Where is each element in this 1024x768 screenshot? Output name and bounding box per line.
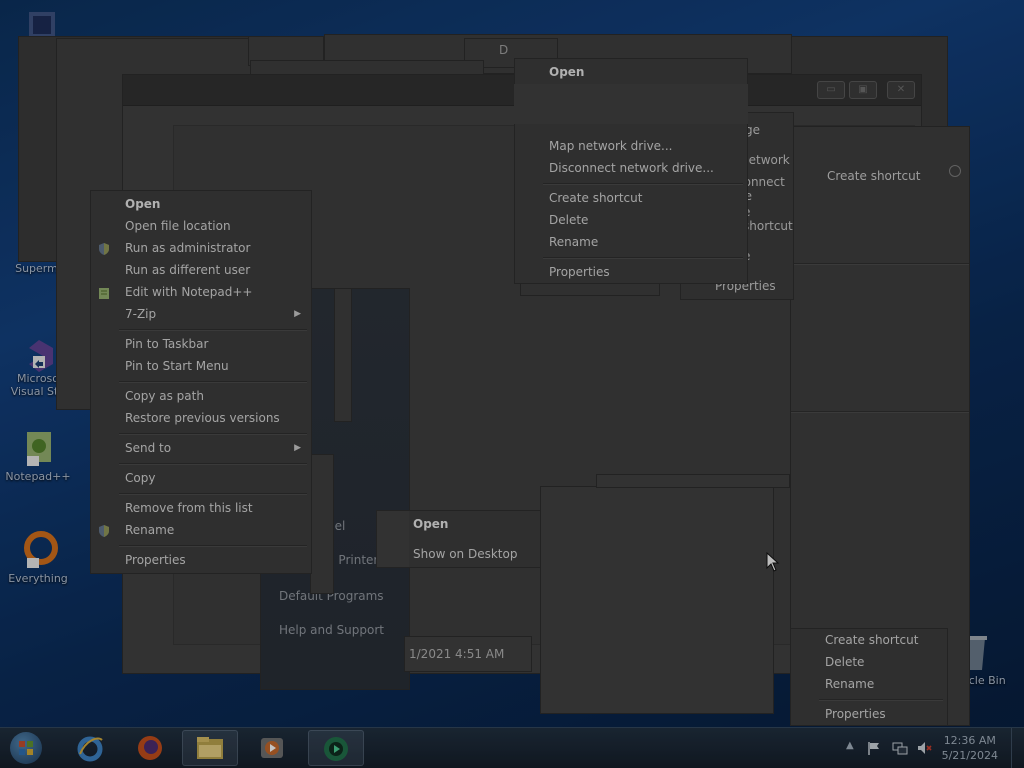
camtasia-icon (321, 734, 351, 764)
taskbar: ▲ 12:36 AM 5/21/2024 (0, 727, 1024, 768)
minimize-button[interactable]: ▭ (817, 81, 845, 99)
menu-separator (119, 381, 307, 383)
show-hidden-icons-button[interactable]: ▲ (846, 740, 854, 751)
desktop-icon-label: Everything (8, 572, 68, 585)
menu-item-properties[interactable]: Properties (515, 261, 747, 283)
submenu-arrow-icon: ▶ (294, 443, 301, 453)
ghost-menu-text: e shortcut (743, 205, 793, 233)
right-menu-create-shortcut[interactable]: Create shortcut (827, 169, 920, 183)
taskbar-camtasia[interactable] (308, 730, 364, 766)
menu-item-delete[interactable]: Delete (791, 651, 947, 673)
menu-item-label: 7-Zip (125, 307, 157, 321)
start-menu-item[interactable]: Help and Support (279, 623, 384, 637)
menu-item-open[interactable]: Open (91, 193, 311, 215)
desktop-icon-everything[interactable]: Everything (0, 528, 76, 585)
ghost-panel (310, 454, 334, 594)
menu-item-rename[interactable]: Rename (91, 519, 311, 541)
taskbar-media-player[interactable] (244, 730, 300, 766)
ghost-panel (596, 474, 790, 488)
start-button[interactable] (2, 730, 50, 766)
menu-item-label: Rename (125, 523, 175, 537)
network-icon[interactable] (892, 740, 908, 756)
menu-item-label: Run as administrator (125, 241, 251, 255)
menu-item-copy-as-path[interactable]: Copy as path (91, 385, 311, 407)
menu-item-send-to[interactable]: Send to ▶ (91, 437, 311, 459)
divider (791, 411, 969, 413)
search-icon (949, 165, 961, 177)
menu-separator (543, 257, 743, 259)
action-center-flag-icon[interactable] (866, 740, 882, 756)
notepad-plus-plus-icon (97, 285, 111, 299)
media-player-icon (258, 734, 286, 762)
menu-item-map-network-drive[interactable]: Map network drive... (515, 135, 747, 157)
menu-item-rename[interactable]: Rename (515, 231, 747, 253)
desktop-icon-notepad-plus-plus[interactable]: Notepad++ (0, 426, 76, 483)
notepad-plus-plus-icon (17, 426, 59, 468)
system-clock[interactable]: 12:36 AM 5/21/2024 (942, 733, 998, 763)
menu-item-pin-to-taskbar[interactable]: Pin to Taskbar (91, 333, 311, 355)
ghost-panel: 1/2021 4:51 AM (404, 636, 532, 672)
menu-separator (119, 329, 307, 331)
small-context-menu: Open Show on Desktop (376, 510, 544, 568)
uac-shield-icon (97, 523, 111, 537)
bottom-right-context-menu: Create shortcut Delete Rename Properties (790, 628, 948, 726)
top-menu-occluder (514, 84, 748, 124)
top-menu-open[interactable]: Open (515, 61, 747, 83)
menu-item-properties[interactable]: Properties (791, 703, 947, 725)
menu-separator (119, 545, 307, 547)
menu-item-label: Send to (125, 441, 172, 455)
volume-muted-icon[interactable] (916, 740, 932, 756)
divider (791, 263, 969, 265)
ghost-letter: D (499, 43, 509, 57)
show-desktop-button[interactable] (1011, 728, 1024, 768)
ghost-panel (334, 288, 352, 422)
menu-item-run-as-administrator[interactable]: Run as administrator (91, 237, 311, 259)
clock-time: 12:36 AM (943, 734, 996, 747)
menu-item-copy[interactable]: Copy (91, 467, 311, 489)
menu-separator (543, 183, 743, 185)
menu-separator (119, 433, 307, 435)
menu-item-open-file-location[interactable]: Open file location (91, 215, 311, 237)
submenu-arrow-icon: ▶ (294, 309, 301, 319)
menu-item-pin-to-start-menu[interactable]: Pin to Start Menu (91, 355, 311, 377)
desktop-icon-label: Notepad++ (5, 470, 71, 483)
uac-shield-icon (97, 241, 111, 255)
visual-studio-icon (17, 334, 59, 376)
date-modified-text: 1/2021 4:51 AM (409, 647, 505, 661)
menu-item-properties[interactable]: Properties (91, 549, 311, 571)
file-explorer-icon (195, 735, 225, 761)
menu-separator (119, 493, 307, 495)
everything-search-icon (17, 528, 59, 570)
close-button[interactable]: ✕ (887, 81, 915, 99)
menu-item-run-as-different-user[interactable]: Run as different user (91, 259, 311, 281)
main-context-menu: Open Open file location Run as administr… (90, 190, 312, 574)
small-menu-show-on-desktop[interactable]: Show on Desktop (377, 543, 543, 565)
menu-item-disconnect-network-drive[interactable]: Disconnect network drive... (515, 157, 747, 179)
menu-item-create-shortcut[interactable]: Create shortcut (791, 629, 947, 651)
menu-item-rename[interactable]: Rename (791, 673, 947, 695)
menu-item-restore-previous-versions[interactable]: Restore previous versions (91, 407, 311, 429)
menu-item-7zip[interactable]: 7-Zip ▶ (91, 303, 311, 325)
menu-item-label: Edit with Notepad++ (125, 285, 253, 299)
menu-item-delete[interactable]: Delete (515, 209, 747, 231)
firefox-icon (136, 734, 164, 762)
mouse-cursor-icon (766, 551, 780, 575)
maximize-button[interactable]: ▣ (849, 81, 877, 99)
clock-date: 5/21/2024 (941, 749, 998, 762)
menu-separator (819, 699, 943, 701)
internet-explorer-icon (76, 734, 104, 762)
taskbar-file-explorer[interactable] (182, 730, 238, 766)
menu-separator (119, 463, 307, 465)
menu-item-create-shortcut[interactable]: Create shortcut (515, 187, 747, 209)
ghost-panel (540, 486, 774, 714)
menu-item-remove-from-list[interactable]: Remove from this list (91, 497, 311, 519)
start-orb-icon (10, 732, 42, 764)
menu-item-edit-with-notepad-plus-plus[interactable]: Edit with Notepad++ (91, 281, 311, 303)
taskbar-internet-explorer[interactable] (62, 730, 118, 766)
taskbar-firefox[interactable] (122, 730, 178, 766)
small-menu-open[interactable]: Open (377, 513, 543, 535)
